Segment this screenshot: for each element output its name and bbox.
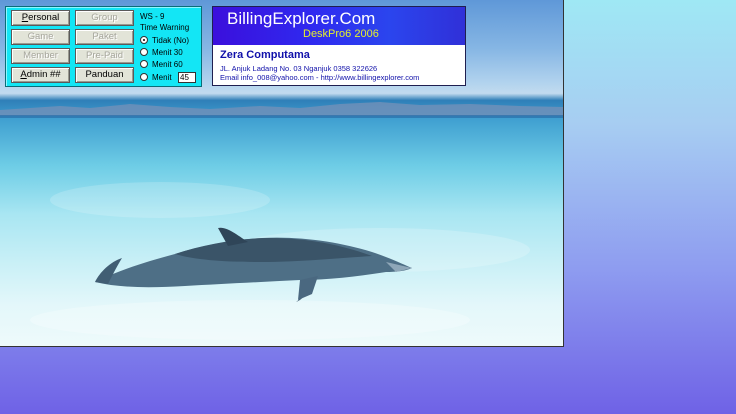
radio-button-icon[interactable]	[140, 48, 148, 56]
company-name: Zera Computama	[220, 49, 310, 61]
company-address: JL. Anjuk Ladang No. 03 Nganjuk 0358 322…	[220, 64, 378, 73]
control-panel: Personal Game Member Admin ## Group Pake…	[5, 6, 202, 87]
brand-box: BillingExplorer.Com DeskPro6 2006 Zera C…	[212, 6, 466, 86]
radio-button-icon[interactable]	[140, 36, 148, 44]
custom-minutes-input[interactable]: 45	[178, 72, 196, 83]
brand-subtitle: DeskPro6 2006	[303, 28, 379, 40]
time-warning-label: Time Warning	[140, 23, 190, 32]
radio-option-30[interactable]: Menit 30	[140, 47, 183, 57]
workstation-label: WS - 9	[140, 12, 165, 21]
brand-header: BillingExplorer.Com DeskPro6 2006	[213, 7, 465, 45]
radio-option-custom[interactable]: Menit	[140, 72, 172, 82]
brand-title: BillingExplorer.Com	[227, 9, 376, 28]
admin-button-label: dmin ##	[26, 69, 61, 80]
personal-button-label: ersonal	[28, 12, 60, 23]
member-button[interactable]: Member	[11, 48, 70, 64]
personal-button[interactable]: Personal	[11, 10, 70, 26]
group-button[interactable]: Group	[75, 10, 134, 26]
radio-label: Menit 30	[152, 47, 183, 57]
radio-option-no[interactable]: Tidak (No)	[140, 35, 189, 45]
prepaid-button[interactable]: Pre-Paid	[75, 48, 134, 64]
radio-label: Menit	[152, 72, 172, 82]
radio-button-icon[interactable]	[140, 73, 148, 81]
paket-button[interactable]: Paket	[75, 29, 134, 45]
radio-button-icon[interactable]	[140, 60, 148, 68]
game-button[interactable]: Game	[11, 29, 70, 45]
radio-label: Tidak (No)	[152, 35, 190, 45]
panduan-button[interactable]: Panduan	[75, 67, 134, 83]
company-contact: Email info_008@yahoo.com - http://www.bi…	[220, 73, 420, 82]
radio-option-60[interactable]: Menit 60	[140, 59, 183, 69]
radio-label: Menit 60	[152, 59, 183, 69]
admin-button[interactable]: Admin ##	[11, 67, 70, 83]
